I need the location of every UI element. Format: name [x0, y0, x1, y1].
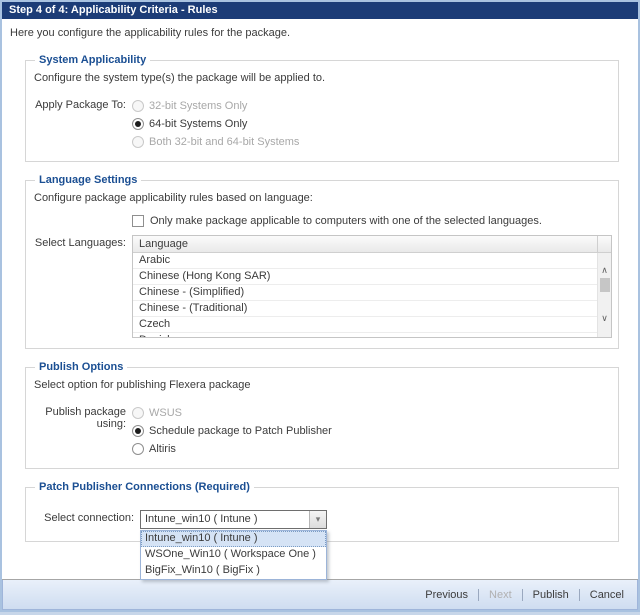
language-row-czech[interactable]: Czech — [133, 317, 597, 333]
wizard-dialog: Step 4 of 4: Applicability Criteria - Ru… — [0, 0, 640, 612]
dropdown-item-intune[interactable]: Intune_win10 ( Intune ) — [141, 531, 326, 547]
language-filter-checkbox-label: Only make package applicable to computer… — [150, 215, 542, 227]
connection-combobox-value: Intune_win10 ( Intune ) — [141, 511, 309, 528]
connection-dropdown-list: Intune_win10 ( Intune ) WSOne_Win10 ( Wo… — [140, 530, 327, 580]
radio-schedule-to-patch-publisher[interactable]: Schedule package to Patch Publisher — [132, 422, 332, 440]
intro-text: Here you configure the applicability rul… — [10, 27, 638, 39]
radio-64bit-systems-only[interactable]: 64-bit Systems Only — [132, 115, 299, 133]
radio-label: 32-bit Systems Only — [149, 100, 247, 112]
languages-rows: Arabic Chinese (Hong Kong SAR) Chinese -… — [133, 253, 597, 337]
radio-wsus: WSUS — [132, 404, 332, 422]
languages-listbox: Language Arabic Chinese (Hong Kong SAR) … — [132, 235, 612, 338]
footer-bar: Previous Next Publish Cancel — [2, 579, 638, 610]
radio-button-icon[interactable] — [132, 425, 144, 437]
radio-altiris[interactable]: Altiris — [132, 440, 332, 458]
section-language-settings: Language Settings Configure package appl… — [25, 174, 619, 349]
section-patch-publisher-connections: Patch Publisher Connections (Required) S… — [25, 481, 619, 542]
language-row-danish[interactable]: Danish — [133, 333, 597, 337]
language-row-chinese-simplified[interactable]: Chinese - (Simplified) — [133, 285, 597, 301]
dialog-title: Step 4 of 4: Applicability Criteria - Ru… — [2, 2, 638, 19]
connection-combobox[interactable]: Intune_win10 ( Intune ) ▾ — [140, 510, 327, 529]
radio-label: Schedule package to Patch Publisher — [149, 425, 332, 437]
radio-both-32-64bit-systems: Both 32-bit and 64-bit Systems — [132, 133, 299, 151]
scrollbar-thumb[interactable] — [600, 278, 610, 292]
section-title-publish-options: Publish Options — [35, 361, 127, 373]
system-applicability-description: Configure the system type(s) the package… — [34, 72, 612, 84]
publish-options-description: Select option for publishing Flexera pac… — [34, 379, 612, 391]
publish-button[interactable]: Publish — [529, 587, 573, 603]
select-languages-label: Select Languages: — [34, 235, 126, 338]
footer-separator — [478, 589, 479, 601]
language-column-header: Language — [133, 236, 597, 252]
scroll-up-icon[interactable]: ∧ — [601, 265, 608, 275]
language-settings-description: Configure package applicability rules ba… — [34, 192, 612, 204]
radio-button-icon[interactable] — [132, 118, 144, 130]
radio-button-icon[interactable] — [132, 443, 144, 455]
section-publish-options: Publish Options Select option for publis… — [25, 361, 619, 469]
language-filter-checkbox[interactable] — [132, 215, 144, 227]
radio-button-icon — [132, 407, 144, 419]
chevron-down-icon: ▾ — [316, 514, 321, 525]
footer-separator — [522, 589, 523, 601]
dropdown-item-bigfix[interactable]: BigFix_Win10 ( BigFix ) — [141, 563, 326, 579]
radio-label: 64-bit Systems Only — [149, 118, 247, 130]
languages-list-header-scroll-cell — [597, 236, 611, 252]
footer-separator — [579, 589, 580, 601]
languages-list-header: Language — [133, 236, 611, 253]
language-filter-checkbox-row[interactable]: Only make package applicable to computer… — [132, 213, 612, 229]
combobox-dropdown-button[interactable]: ▾ — [309, 511, 326, 528]
next-button: Next — [485, 587, 516, 603]
dropdown-item-workspace-one[interactable]: WSOne_Win10 ( Workspace One ) — [141, 547, 326, 563]
language-row-chinese-traditional[interactable]: Chinese - (Traditional) — [133, 301, 597, 317]
apply-package-to-radio-group: 32-bit Systems Only 64-bit Systems Only … — [132, 97, 299, 151]
select-connection-label: Select connection: — [34, 510, 134, 529]
radio-label: WSUS — [149, 407, 182, 419]
apply-package-to-label: Apply Package To: — [34, 97, 126, 151]
radio-button-icon — [132, 136, 144, 148]
publish-using-radio-group: WSUS Schedule package to Patch Publisher… — [132, 404, 332, 458]
radio-button-icon — [132, 100, 144, 112]
radio-32bit-systems-only: 32-bit Systems Only — [132, 97, 299, 115]
languages-scrollbar[interactable]: ∧ ∨ — [597, 253, 611, 337]
publish-package-using-label: Publish package using: — [34, 404, 126, 458]
language-row-arabic[interactable]: Arabic — [133, 253, 597, 269]
section-title-patch-publisher-connections: Patch Publisher Connections (Required) — [35, 481, 254, 493]
cancel-button[interactable]: Cancel — [586, 587, 628, 603]
section-title-language-settings: Language Settings — [35, 174, 141, 186]
scroll-down-icon[interactable]: ∨ — [601, 313, 608, 323]
previous-button[interactable]: Previous — [421, 587, 472, 603]
language-row-chinese-hong-kong[interactable]: Chinese (Hong Kong SAR) — [133, 269, 597, 285]
radio-label: Both 32-bit and 64-bit Systems — [149, 136, 299, 148]
section-title-system-applicability: System Applicability — [35, 54, 150, 66]
radio-label: Altiris — [149, 443, 176, 455]
section-system-applicability: System Applicability Configure the syste… — [25, 54, 619, 162]
